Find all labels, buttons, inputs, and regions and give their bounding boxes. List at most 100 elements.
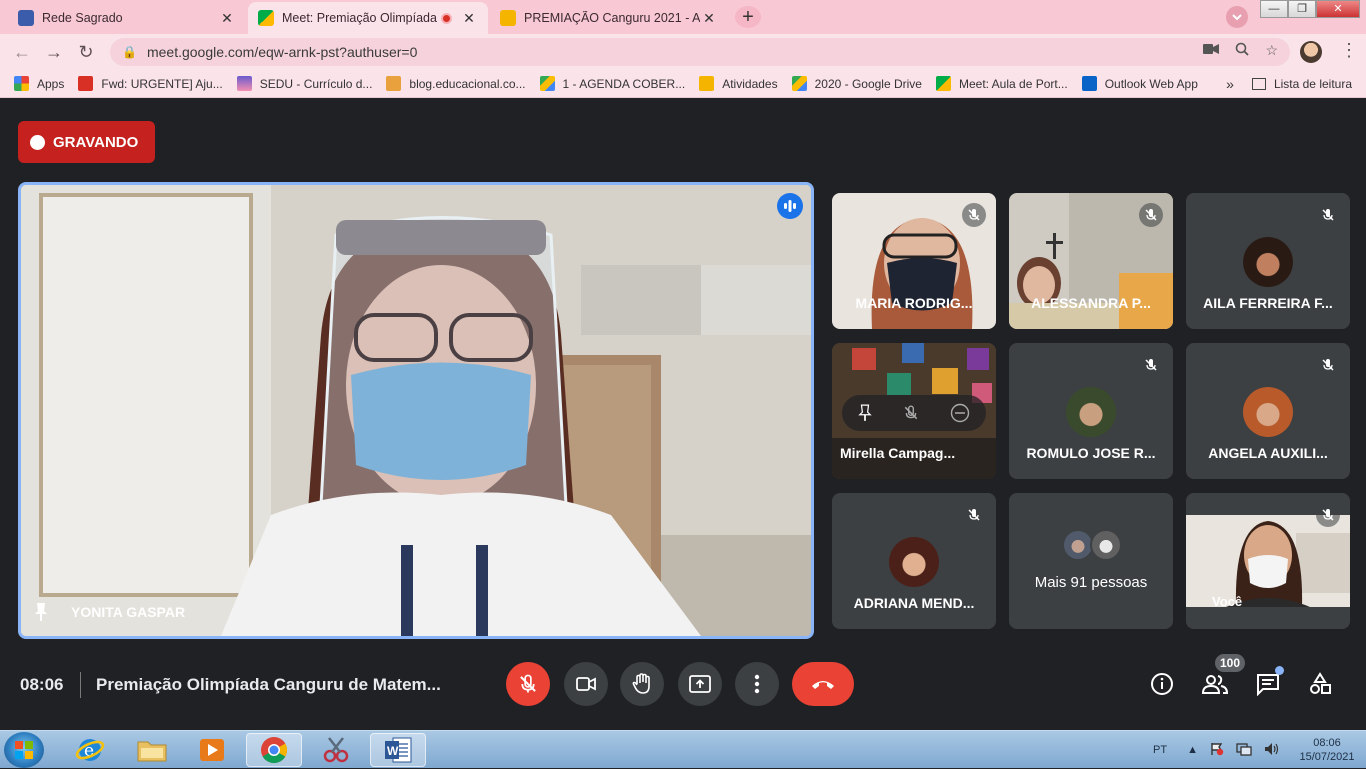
tab-rede-sagrado[interactable]: Rede Sagrado ✕ xyxy=(8,2,246,34)
tab-slides[interactable]: PREMIAÇÃO Canguru 2021 - Apresentações G… xyxy=(490,2,728,34)
bookmarks-overflow-button[interactable]: » xyxy=(1226,76,1234,92)
remove-icon[interactable] xyxy=(950,403,970,423)
participant-tile[interactable]: ANGELA AUXILI... xyxy=(1186,343,1350,479)
leave-call-button[interactable] xyxy=(792,662,854,706)
participant-name: ADRIANA MEND... xyxy=(853,595,975,611)
forward-icon[interactable]: → xyxy=(42,40,66,64)
bookmark-gmail[interactable]: Fwd: URGENTE] Aju... xyxy=(78,76,223,91)
bookmark-meet[interactable]: Meet: Aula de Port... xyxy=(935,76,1068,91)
reading-list-button[interactable]: Lista de leitura xyxy=(1274,77,1352,91)
bookmark-apps[interactable]: Apps xyxy=(14,76,64,91)
more-participants-tile[interactable]: Mais 91 pessoas xyxy=(1009,493,1173,629)
taskbar-media-player[interactable] xyxy=(184,733,240,767)
participant-tile[interactable]: MARIA RODRIG... xyxy=(832,193,996,329)
back-icon[interactable]: ← xyxy=(10,40,34,64)
participant-avatar xyxy=(1066,387,1116,437)
profile-avatar[interactable] xyxy=(1300,41,1322,63)
participant-name: ROMULO JOSE R... xyxy=(1026,445,1156,461)
people-button[interactable] xyxy=(1201,670,1229,698)
raise-hand-icon xyxy=(632,673,650,694)
omnibox-icons: ☆ xyxy=(1203,42,1278,59)
tab-search-button[interactable] xyxy=(1226,6,1248,28)
bookmark-atividades[interactable]: Atividades xyxy=(699,76,778,91)
self-view-tile[interactable]: Você xyxy=(1186,493,1350,629)
bookmark-label: Fwd: URGENTE] Aju... xyxy=(101,76,223,91)
url-text: meet.google.com/eqw-arnk-pst?authuser=0 xyxy=(146,44,418,60)
reading-list-icon xyxy=(1251,77,1266,90)
window-controls: — ❐ ✕ xyxy=(1260,0,1360,18)
close-tab-icon[interactable]: ✕ xyxy=(460,10,478,27)
recording-indicator-icon xyxy=(441,12,452,24)
network-icon[interactable] xyxy=(1236,742,1252,759)
participant-avatar xyxy=(1243,237,1293,287)
participant-tile[interactable]: ADRIANA MEND... xyxy=(832,493,996,629)
bookmark-drive[interactable]: 2020 - Google Drive xyxy=(791,76,922,91)
bookmark-outlook[interactable]: Outlook Web App xyxy=(1081,76,1198,91)
bookmark-label: Apps xyxy=(37,76,65,91)
present-screen-button[interactable] xyxy=(678,662,722,706)
internet-explorer-icon: e xyxy=(75,739,105,761)
reload-icon[interactable]: ↻ xyxy=(74,40,98,64)
zoom-icon[interactable] xyxy=(1235,42,1250,59)
main-speaker-tile[interactable]: YONITA GASPAR xyxy=(18,182,814,639)
main-speaker-label: YONITA GASPAR xyxy=(33,602,185,622)
meeting-details-button[interactable] xyxy=(1148,670,1176,698)
microphone-toggle-button[interactable] xyxy=(506,662,550,706)
close-tab-icon[interactable]: ✕ xyxy=(700,10,718,27)
windows-logo-icon xyxy=(15,741,33,759)
taskbar-word[interactable]: W xyxy=(370,733,426,767)
taskbar-file-explorer[interactable] xyxy=(124,733,180,767)
system-clock[interactable]: 08:06 15/07/2021 xyxy=(1296,736,1358,764)
pin-icon[interactable] xyxy=(33,602,49,622)
address-bar[interactable]: 🔒 meet.google.com/eqw-arnk-pst?authuser=… xyxy=(110,38,1290,66)
participant-avatar xyxy=(1090,529,1122,561)
google-meet-icon xyxy=(935,76,951,91)
start-button[interactable] xyxy=(4,732,44,768)
media-player-icon xyxy=(200,739,224,761)
bookmark-sedu[interactable]: SEDU - Currículo d... xyxy=(236,76,372,91)
close-tab-icon[interactable]: ✕ xyxy=(218,10,236,27)
recording-badge[interactable]: GRAVANDO xyxy=(18,121,155,163)
mic-off-icon[interactable] xyxy=(903,404,919,422)
browser-menu-icon[interactable]: ⋮ xyxy=(1340,40,1358,61)
camera-toggle-button[interactable] xyxy=(564,662,608,706)
mic-off-icon xyxy=(1316,203,1340,227)
tab-title: Rede Sagrado xyxy=(42,11,123,25)
new-tab-button[interactable]: + xyxy=(735,6,761,28)
action-center-flag-icon[interactable] xyxy=(1210,742,1224,759)
participant-tile[interactable]: ROMULO JOSE R... xyxy=(1009,343,1173,479)
participant-tile[interactable]: AILA FERREIRA F... xyxy=(1186,193,1350,329)
taskbar-chrome[interactable] xyxy=(246,733,302,767)
bookmark-agenda[interactable]: 1 - AGENDA COBER... xyxy=(539,76,685,91)
raise-hand-button[interactable] xyxy=(620,662,664,706)
bookmark-star-icon[interactable]: ☆ xyxy=(1265,42,1278,59)
activities-button[interactable] xyxy=(1306,670,1334,698)
show-hidden-icons-icon[interactable]: ▲ xyxy=(1187,744,1198,756)
participant-tile[interactable]: ALESSANDRA P... xyxy=(1009,193,1173,329)
apps-grid-icon xyxy=(14,76,29,91)
pin-icon[interactable] xyxy=(857,404,872,422)
system-time: 08:06 xyxy=(1313,737,1341,749)
system-tray: PT ▲ 08:06 15/07/2021 xyxy=(1141,731,1358,769)
taskbar-internet-explorer[interactable]: e xyxy=(62,733,118,767)
present-screen-icon xyxy=(689,675,711,693)
camera-icon[interactable] xyxy=(1203,42,1220,59)
recording-label: GRAVANDO xyxy=(53,133,139,151)
scissors-icon xyxy=(323,737,349,763)
gmail-icon xyxy=(78,76,94,91)
chat-button[interactable] xyxy=(1254,666,1284,698)
taskbar-snipping-tool[interactable] xyxy=(308,733,364,767)
maximize-button[interactable]: ❐ xyxy=(1288,0,1316,18)
participant-tile[interactable]: Mirella Campag... xyxy=(832,343,996,479)
bookmarks-bar: Apps Fwd: URGENTE] Aju... SEDU - Currícu… xyxy=(0,70,1366,98)
language-indicator[interactable]: PT xyxy=(1153,744,1167,756)
volume-icon[interactable] xyxy=(1264,742,1280,759)
tab-meet[interactable]: Meet: Premiação Olimpíada Canguru ✕ xyxy=(248,2,488,34)
bookmark-blog[interactable]: blog.educacional.co... xyxy=(386,76,526,91)
self-label: Você xyxy=(1212,594,1243,609)
more-options-button[interactable] xyxy=(735,662,779,706)
close-window-button[interactable]: ✕ xyxy=(1316,0,1360,18)
participant-name: ALESSANDRA P... xyxy=(1031,295,1151,311)
minimize-button[interactable]: — xyxy=(1260,0,1288,18)
bookmarks-right: » Lista de leitura xyxy=(1226,76,1352,92)
